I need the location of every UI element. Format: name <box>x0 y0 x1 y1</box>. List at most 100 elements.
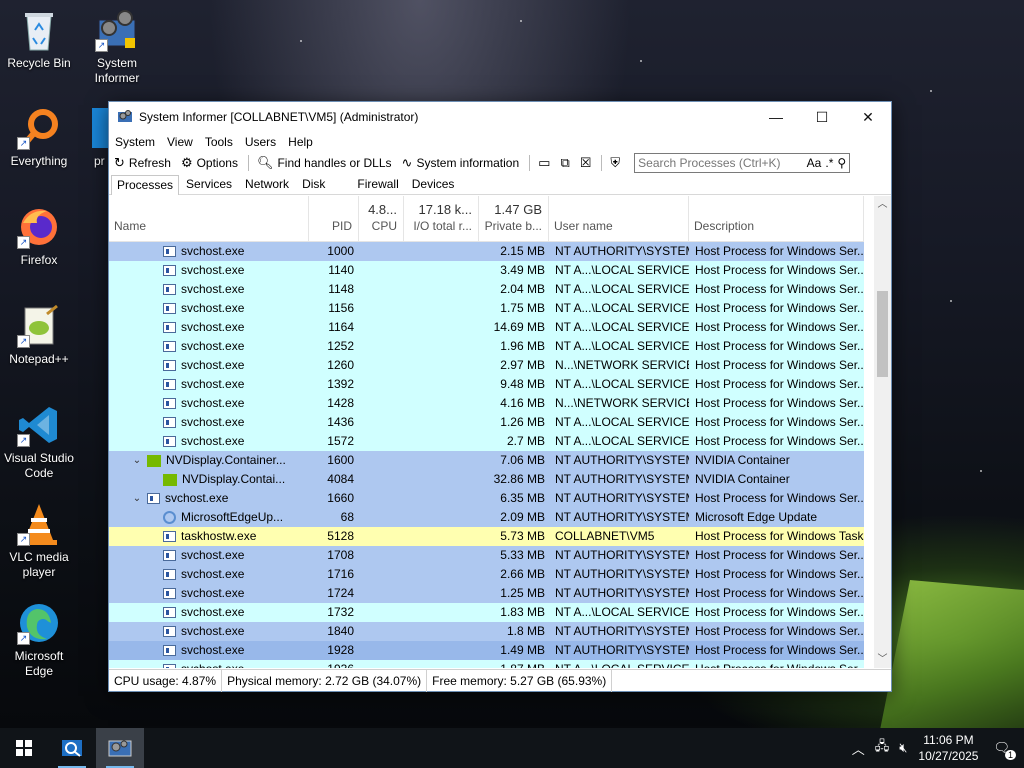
process-description: Host Process for Windows Tasks <box>695 529 864 543</box>
process-row[interactable]: svchost.exe 1732 1.83 MB NT A...\LOCAL SERV… <box>109 603 864 622</box>
process-row[interactable]: svchost.exe 1260 2.97 MB N...\NETWORK SERVI… <box>109 356 864 375</box>
desktop-icon-firefox[interactable]: ↗ Firefox <box>0 205 78 268</box>
process-row[interactable]: svchost.exe 1000 2.15 MB NT AUTHORITY\SYSTE… <box>109 242 864 261</box>
taskbar-search-app[interactable] <box>48 728 96 768</box>
tab-network[interactable]: Network <box>239 174 295 194</box>
process-row[interactable]: svchost.exe 1148 2.04 MB NT A...\LOCAL SERV… <box>109 280 864 299</box>
vscode-icon: ↗ <box>17 403 61 447</box>
refresh-button[interactable]: ↻ Refresh <box>114 155 171 171</box>
regex-button[interactable]: .* <box>825 156 833 170</box>
menu-system[interactable]: System <box>115 135 162 149</box>
options-button[interactable]: ⚙ Options <box>181 155 238 171</box>
tab-devices[interactable]: Devices <box>406 174 461 194</box>
column-header-cpu[interactable]: 4.8... CPU <box>359 196 404 241</box>
process-name-cell: NVDisplay.Contai... <box>109 470 309 489</box>
tab-processes[interactable]: Processes <box>111 175 180 195</box>
process-user: NT A...\LOCAL SERVICE <box>555 415 689 429</box>
start-button[interactable] <box>0 728 48 768</box>
column-header-private-bytes[interactable]: 1.47 GB Private b... <box>479 196 549 241</box>
process-row[interactable]: svchost.exe 1436 1.26 MB NT A...\LOCAL SERV… <box>109 413 864 432</box>
column-header-user[interactable]: User name <box>549 196 689 241</box>
desktop-icon-vscode[interactable]: ↗ Visual Studio Code <box>0 403 78 481</box>
vertical-scrollbar[interactable]: ︿ ﹀ <box>874 196 891 668</box>
process-description: Host Process for Windows Ser... <box>695 624 864 638</box>
find-handles-button[interactable]: 🔍︎ Find handles or DLLs <box>257 155 392 171</box>
menu-help[interactable]: Help <box>288 135 320 149</box>
process-icon <box>147 493 160 504</box>
desktop-icon-recycle-bin[interactable]: Recycle Bin <box>0 8 78 71</box>
process-user: NT A...\LOCAL SERVICE <box>555 339 689 353</box>
menu-users[interactable]: Users <box>245 135 283 149</box>
notification-center-icon[interactable]: 🗨︎ 1 <box>993 740 1016 760</box>
process-description: Host Process for Windows Ser... <box>695 548 864 562</box>
title-bar[interactable]: System Informer [COLLABNET\VM5] (Adminis… <box>109 102 891 132</box>
minimize-button[interactable]: — <box>753 102 799 132</box>
system-information-button[interactable]: ∿ System information <box>402 155 520 171</box>
desktop-icon-partial[interactable]: pr <box>78 106 108 169</box>
column-header-name[interactable]: Name <box>109 196 309 241</box>
process-row[interactable]: ⌄ NVDisplay.Container... 1600 7.06 MB NT AUT… <box>109 451 864 470</box>
process-description: Host Process for Windows Ser... <box>689 660 864 668</box>
process-row[interactable]: svchost.exe 1572 2.7 MB NT A...\LOCAL SERVI… <box>109 432 864 451</box>
process-cpu <box>359 527 404 546</box>
desktop-icon-system-informer[interactable]: ↗ System Informer <box>78 8 156 86</box>
desktop-icon-edge[interactable]: ↗ Microsoft Edge <box>0 601 78 679</box>
volume-muted-icon[interactable]: 🔇︎ <box>899 740 907 756</box>
process-row[interactable]: svchost.exe 1164 14.69 MB NT A...\LOCAL SER… <box>109 318 864 337</box>
desktop-icon-notepadpp[interactable]: ↗ Notepad++ <box>0 304 78 367</box>
column-header-pid[interactable]: PID <box>309 196 359 241</box>
tab-disk[interactable]: Disk <box>296 174 331 194</box>
process-row[interactable]: svchost.exe 1140 3.49 MB NT A...\LOCAL SERV… <box>109 261 864 280</box>
process-row[interactable]: svchost.exe 1708 5.33 MB NT AUTHORITY\SYSTE… <box>109 546 864 565</box>
close-window-icon[interactable]: ☒ <box>580 155 592 171</box>
process-icon <box>163 265 176 276</box>
scroll-thumb[interactable] <box>877 291 888 377</box>
process-rows: svchost.exe 1000 2.15 MB NT AUTHORITY\SYSTE… <box>109 242 864 668</box>
process-row[interactable]: svchost.exe 1428 4.16 MB N...\NETWORK SERVI… <box>109 394 864 413</box>
process-pid: 1600 <box>327 453 354 467</box>
process-user: COLLABNET\VM5 <box>555 529 655 543</box>
shield-icon[interactable]: ⛨ <box>610 155 620 171</box>
taskbar-system-informer[interactable] <box>96 728 144 768</box>
network-icon[interactable]: 🖧 <box>875 737 890 759</box>
scroll-up-icon[interactable]: ︿ <box>874 196 891 213</box>
search-icon[interactable]: ⚲ <box>837 156 846 170</box>
menu-view[interactable]: View <box>167 135 200 149</box>
tab-firewall[interactable]: Firewall <box>351 174 404 194</box>
tab-services[interactable]: Services <box>180 174 238 194</box>
window-find-icon[interactable]: ⧉ <box>560 155 569 171</box>
process-user: NT A...\LOCAL SERVICE <box>555 320 689 334</box>
maximize-button[interactable]: ☐ <box>799 102 845 132</box>
process-row[interactable]: svchost.exe 1724 1.25 MB NT AUTHORITY\SYSTE… <box>109 584 864 603</box>
process-row[interactable]: svchost.exe 1928 1.49 MB NT AUTHORITY\SYSTE… <box>109 641 864 660</box>
process-row[interactable]: svchost.exe 1252 1.96 MB NT A...\LOCAL SERV… <box>109 337 864 356</box>
process-user: NT A...\LOCAL SERVICE <box>549 660 689 668</box>
expand-chevron-icon[interactable]: ⌄ <box>131 451 143 470</box>
desktop-icon-everything[interactable]: ↗ Everything <box>0 106 78 169</box>
chevron-up-icon[interactable]: ︿ <box>852 739 865 758</box>
desktop-icon-vlc[interactable]: ↗ VLC media player <box>0 502 78 580</box>
process-row[interactable]: svchost.exe 1156 1.75 MB NT A...\LOCAL SERV… <box>109 299 864 318</box>
process-row[interactable]: ⌄ svchost.exe 1660 6.35 MB NT AUTHORITY\SYST… <box>109 489 864 508</box>
menu-tools[interactable]: Tools <box>205 135 240 149</box>
process-row[interactable]: NVDisplay.Contai... 4084 32.86 MB NT AUTHOR… <box>109 470 864 489</box>
close-button[interactable]: ✕ <box>845 102 891 132</box>
search-processes-input[interactable]: Search Processes (Ctrl+K) Aa .* ⚲ <box>634 153 851 173</box>
expand-chevron-icon[interactable]: ⌄ <box>131 489 143 508</box>
process-row[interactable]: svchost.exe 1392 9.48 MB NT A...\LOCAL SERV… <box>109 375 864 394</box>
match-case-button[interactable]: Aa <box>807 156 822 170</box>
clock[interactable]: 11:06 PM 10/27/2025 <box>918 732 978 764</box>
process-private-bytes: 9.48 MB <box>500 377 545 391</box>
process-row[interactable]: svchost.exe 1840 1.8 MB NT AUTHORITY\SYSTEM… <box>109 622 864 641</box>
process-row[interactable]: MicrosoftEdgeUp... 68 2.09 MB NT AUTHORITY\… <box>109 508 864 527</box>
window-title: System Informer [COLLABNET\VM5] (Adminis… <box>139 110 419 124</box>
process-name-cell: svchost.exe <box>109 356 309 375</box>
column-header-io[interactable]: 17.18 k... I/O total r... <box>404 196 479 241</box>
column-header-description[interactable]: Description <box>689 196 864 241</box>
process-row[interactable]: svchost.exe 1716 2.66 MB NT AUTHORITY\SYSTE… <box>109 565 864 584</box>
window-icon[interactable]: ▭ <box>538 155 550 171</box>
process-io <box>404 470 479 489</box>
process-row[interactable]: svchost.exe 1936 1.87 MBNT A...\LOCAL SERV… <box>109 660 864 668</box>
process-row[interactable]: taskhostw.exe 5128 5.73 MB COLLABNET\VM5 Hos… <box>109 527 864 546</box>
scroll-down-icon[interactable]: ﹀ <box>874 651 891 668</box>
